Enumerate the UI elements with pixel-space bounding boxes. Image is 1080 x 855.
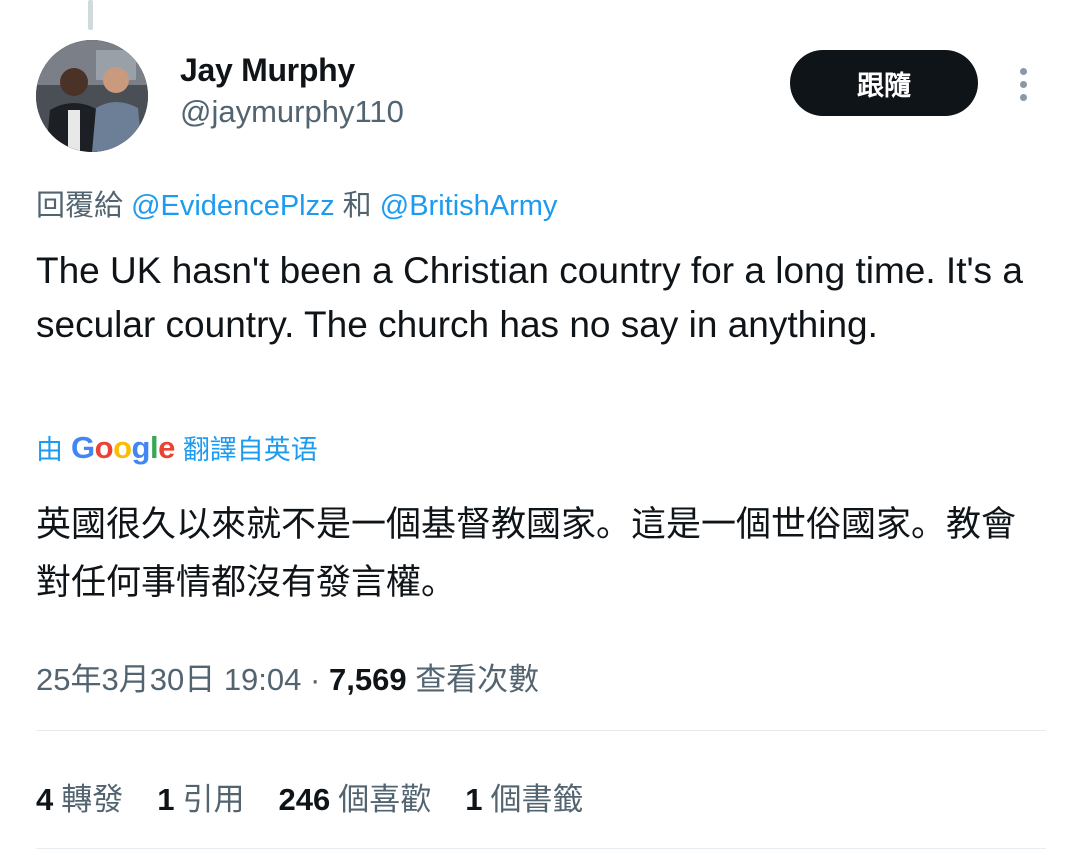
divider — [36, 848, 1046, 849]
translation-suffix: 翻譯自英语 — [182, 435, 318, 465]
engagement-stats: 4 轉發 1 引用 246 個喜歡 1 個書籤 — [36, 774, 617, 819]
likes-stat[interactable]: 246 個喜歡 — [279, 774, 432, 819]
bookmarks-count: 1 — [465, 782, 483, 817]
timestamp[interactable]: 25年3月30日 19:04 — [36, 662, 301, 697]
reposts-label: 轉發 — [61, 782, 124, 817]
bookmarks-stat[interactable]: 1 個書籤 — [465, 774, 583, 819]
thread-connector-line — [88, 0, 93, 30]
bookmarks-label: 個書籤 — [490, 782, 584, 817]
author-name[interactable]: Jay Murphy — [180, 52, 355, 89]
follow-button[interactable]: 跟隨 — [790, 50, 978, 116]
translation-attribution[interactable]: 由 Google 翻譯自英语 — [36, 428, 318, 467]
mention-link[interactable]: @EvidencePlzz — [131, 190, 335, 222]
more-vertical-icon[interactable] — [1008, 62, 1038, 106]
views-label: 查看次數 — [415, 662, 540, 697]
likes-count: 246 — [278, 782, 331, 817]
tweet-meta: 25年3月30日 19:04 · 7,569 查看次數 — [36, 654, 539, 699]
quotes-label: 引用 — [182, 782, 245, 817]
translation-by: 由 — [36, 435, 63, 465]
quotes-count: 1 — [157, 782, 175, 817]
replying-to-prefix: 回覆給 — [36, 190, 124, 222]
tweet-text: The UK hasn't been a Christian country f… — [36, 250, 1023, 345]
likes-label: 個喜歡 — [338, 782, 432, 817]
meta-separator: · — [310, 662, 321, 697]
quotes-stat[interactable]: 1 引用 — [157, 774, 244, 819]
author-handle[interactable]: @jaymurphy110 — [180, 94, 404, 130]
avatar[interactable] — [36, 40, 148, 152]
divider — [36, 730, 1046, 731]
translated-text: 英國很久以來就不是一個基督教國家。這是一個世俗國家。教會對任何事情都沒有發言權。 — [36, 505, 1017, 602]
views-count: 7,569 — [328, 662, 407, 697]
reposts-count: 4 — [36, 782, 54, 817]
replying-to-conjunction: 和 — [342, 190, 372, 222]
mention-link[interactable]: @BritishArmy — [380, 190, 558, 222]
google-logo: Google — [71, 429, 175, 465]
avatar-image — [36, 40, 148, 152]
reposts-stat[interactable]: 4 轉發 — [36, 774, 123, 819]
replying-to: 回覆給 @EvidencePlzz 和 @BritishArmy — [36, 182, 557, 224]
